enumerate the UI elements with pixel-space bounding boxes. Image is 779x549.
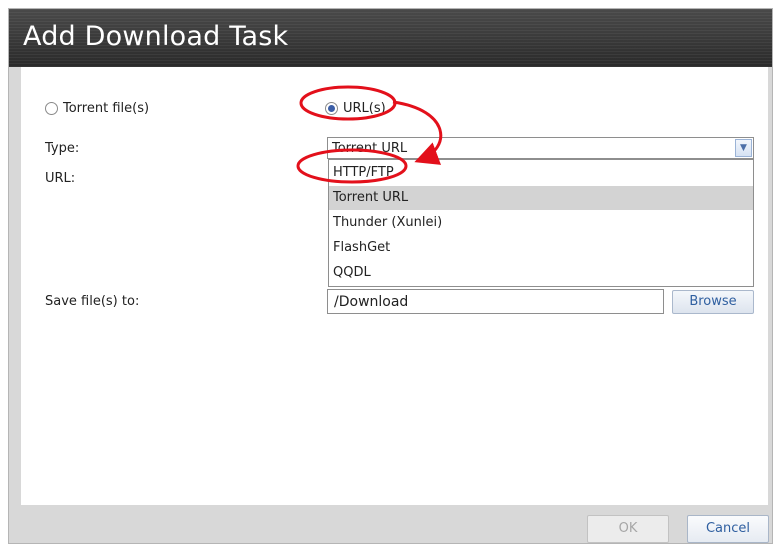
type-label: Type: xyxy=(45,141,80,156)
torrent-file-radio[interactable] xyxy=(45,102,58,115)
url-radio[interactable] xyxy=(325,102,338,115)
dialog-titlebar: Add Download Task xyxy=(9,9,772,67)
type-option-torrent-url[interactable]: Torrent URL xyxy=(329,186,753,210)
url-option-label: URL(s) xyxy=(343,101,386,116)
dialog-title: Add Download Task xyxy=(23,21,289,52)
type-select-value: Torrent URL xyxy=(332,141,408,156)
ok-button[interactable]: OK xyxy=(587,515,669,543)
torrent-file-option[interactable]: Torrent file(s) xyxy=(45,101,149,116)
save-to-label: Save file(s) to: xyxy=(45,294,140,309)
type-dropdown-list: HTTP/FTP Torrent URL Thunder (Xunlei) Fl… xyxy=(328,159,754,287)
cancel-button[interactable]: Cancel xyxy=(687,515,769,543)
add-download-dialog: Add Download Task Torrent file(s) URL(s)… xyxy=(8,8,773,544)
url-label: URL: xyxy=(45,171,76,186)
chevron-down-icon[interactable]: ▼ xyxy=(735,139,752,157)
torrent-file-label: Torrent file(s) xyxy=(63,101,150,116)
type-select[interactable]: Torrent URL ▼ xyxy=(327,137,754,159)
browse-button[interactable]: Browse xyxy=(672,290,754,314)
type-option-flashget[interactable]: FlashGet xyxy=(329,236,753,260)
save-path-input[interactable] xyxy=(328,290,663,313)
type-option-qqdl[interactable]: QQDL xyxy=(329,261,753,285)
save-path-field[interactable] xyxy=(327,289,664,314)
dialog-content: Torrent file(s) URL(s) Type: URL: Save f… xyxy=(21,67,768,505)
url-option[interactable]: URL(s) xyxy=(325,101,386,116)
type-option-thunder[interactable]: Thunder (Xunlei) xyxy=(329,211,753,235)
type-option-http-ftp[interactable]: HTTP/FTP xyxy=(329,161,753,185)
